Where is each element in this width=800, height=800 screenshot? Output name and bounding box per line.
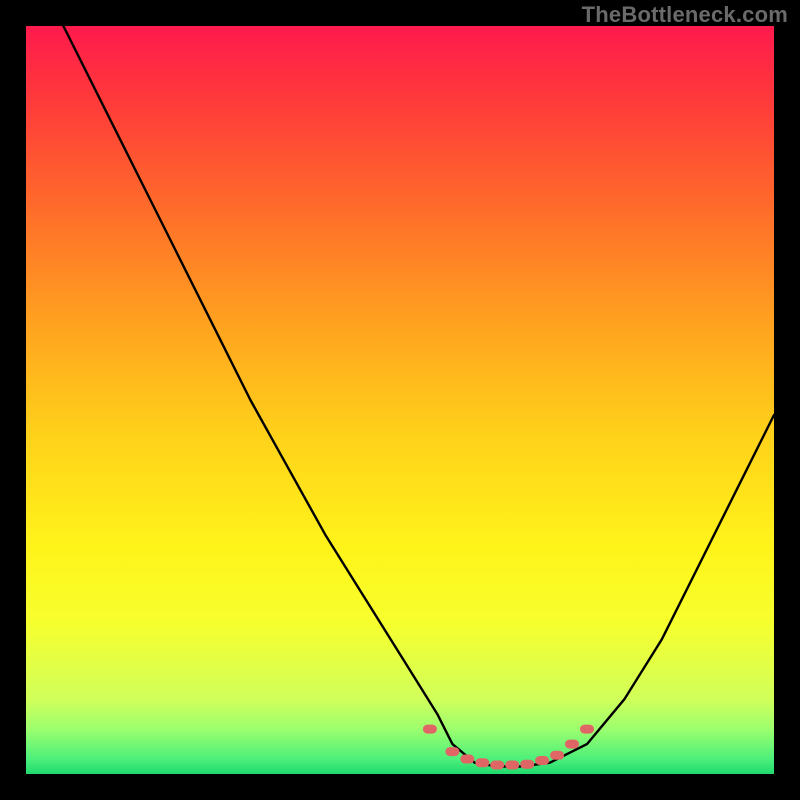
marker-point — [475, 758, 489, 767]
marker-point — [535, 756, 549, 765]
marker-point — [565, 740, 579, 749]
marker-point — [505, 761, 519, 770]
chart-svg — [26, 26, 774, 774]
marker-point — [520, 760, 534, 769]
plot-area — [26, 26, 774, 774]
marker-point — [423, 725, 437, 734]
gradient-background — [26, 26, 774, 774]
marker-point — [580, 725, 594, 734]
marker-point — [490, 761, 504, 770]
marker-point — [445, 747, 459, 756]
chart-frame: TheBottleneck.com — [0, 0, 800, 800]
watermark-text: TheBottleneck.com — [582, 2, 788, 28]
marker-point — [460, 755, 474, 764]
marker-point — [550, 751, 564, 760]
